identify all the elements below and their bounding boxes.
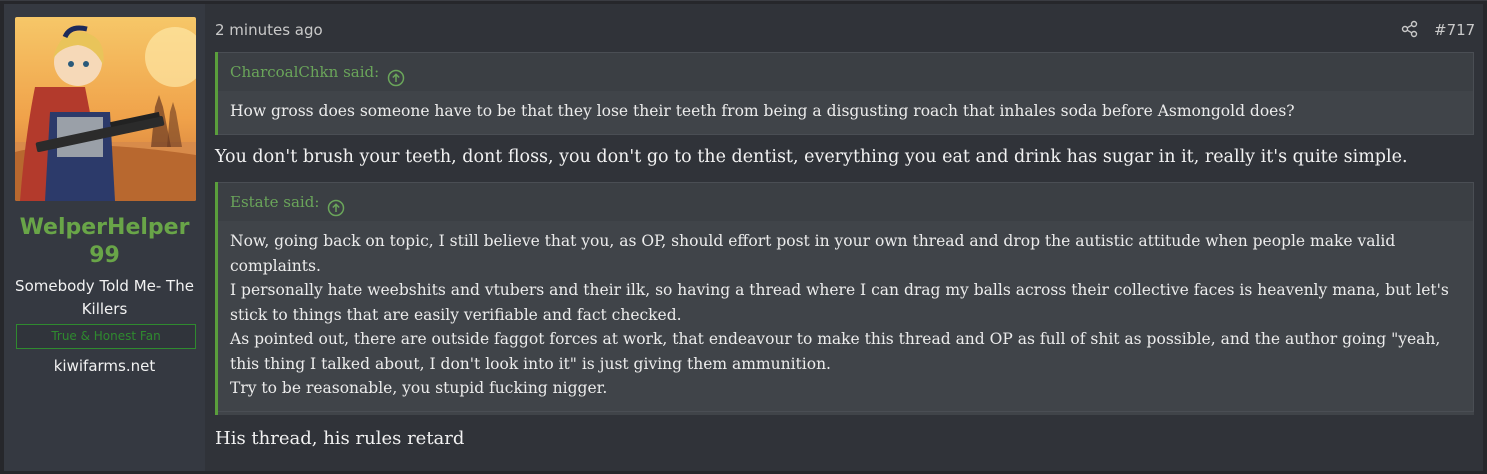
user-banner: True & Honest Fan bbox=[16, 324, 196, 349]
quote-block: Estate said: Now, going back on topic, I… bbox=[215, 182, 1474, 415]
post-timestamp[interactable]: 2 minutes ago bbox=[215, 21, 323, 39]
quote-author-link[interactable]: CharcoalChkn said: bbox=[218, 52, 1474, 91]
quote-line: As pointed out, there are outside faggot… bbox=[230, 330, 1441, 348]
share-icon[interactable] bbox=[1401, 20, 1419, 38]
quote-author-link[interactable]: Estate said: bbox=[218, 182, 1474, 221]
quote-line: complaints. bbox=[230, 256, 321, 275]
arrow-up-circle-icon[interactable] bbox=[327, 193, 345, 217]
quote-line: How gross does someone have to be that t… bbox=[230, 102, 1295, 120]
quote-author[interactable]: Estate said: bbox=[230, 183, 319, 221]
quote-line: stick to things that are easily verifiab… bbox=[230, 305, 682, 324]
post-number-link[interactable]: #717 bbox=[1434, 21, 1475, 39]
reply-text: His thread, his rules retard bbox=[215, 428, 465, 449]
quote-block: CharcoalChkn said: How gross does someon… bbox=[215, 52, 1474, 135]
avatar[interactable] bbox=[15, 17, 196, 201]
arrow-up-circle-icon[interactable] bbox=[387, 63, 405, 87]
user-title: Somebody Told Me- The Killers bbox=[15, 277, 194, 318]
quote-author[interactable]: CharcoalChkn said: bbox=[230, 53, 379, 91]
quote-text: How gross does someone have to be that t… bbox=[218, 91, 1474, 135]
post-content: 2 minutes ago #717 CharcoalChkn said: Ho… bbox=[205, 4, 1483, 471]
avatar-image bbox=[15, 17, 196, 201]
quote-text: Now, going back on topic, I still believ… bbox=[218, 221, 1474, 412]
user-info-panel: WelperHelper99 Somebody Told Me- The Kil… bbox=[4, 4, 205, 471]
forum-post: WelperHelper99 Somebody Told Me- The Kil… bbox=[0, 0, 1487, 474]
reply-text: You don't brush your teeth, dont floss, … bbox=[215, 147, 1408, 167]
username[interactable]: WelperHelper99 bbox=[4, 214, 205, 270]
quote-line: this thing I talked about, I don't look … bbox=[230, 354, 831, 373]
user-site: kiwifarms.net bbox=[53, 357, 156, 375]
quote-line: I personally hate weebshits and vtubers … bbox=[230, 281, 1449, 299]
quote-line: Try to be reasonable, you stupid fucking… bbox=[230, 379, 608, 397]
quote-line: Now, going back on topic, I still believ… bbox=[230, 232, 1396, 250]
